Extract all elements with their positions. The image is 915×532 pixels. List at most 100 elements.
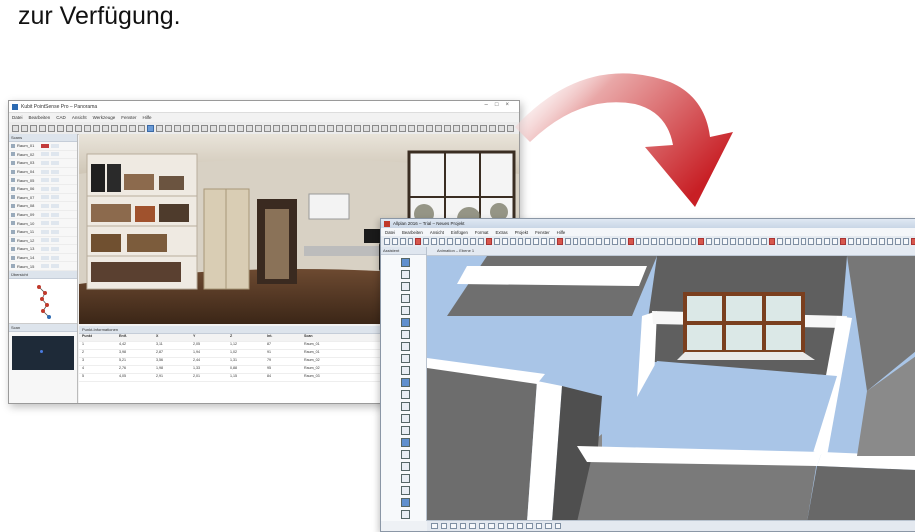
status-button[interactable] bbox=[535, 522, 542, 530]
toolbar-button[interactable] bbox=[627, 238, 634, 245]
toolbar-button[interactable] bbox=[533, 238, 540, 245]
toolbar-button[interactable] bbox=[318, 124, 325, 132]
status-button[interactable] bbox=[431, 522, 438, 530]
scan-list-item[interactable]: Raum_14 bbox=[9, 254, 77, 263]
tool-button[interactable] bbox=[401, 474, 410, 483]
toolbar-button[interactable] bbox=[470, 238, 477, 245]
toolbar-button[interactable] bbox=[635, 238, 642, 245]
scan-visibility-toggle[interactable] bbox=[51, 221, 59, 226]
toolbar-button[interactable] bbox=[910, 238, 915, 245]
toolbar-button[interactable] bbox=[729, 238, 736, 245]
tool-button[interactable] bbox=[401, 414, 410, 423]
tool-button[interactable] bbox=[401, 270, 410, 279]
scan-list-item[interactable]: Raum_07 bbox=[9, 194, 77, 203]
toolbar-button[interactable] bbox=[219, 124, 226, 132]
scan-list-item[interactable]: Raum_02 bbox=[9, 151, 77, 160]
toolbar-button[interactable] bbox=[714, 238, 720, 245]
menu-item[interactable]: Fenster bbox=[535, 230, 550, 235]
tool-button[interactable] bbox=[401, 366, 410, 375]
toolbar-button[interactable] bbox=[446, 238, 453, 245]
toolbar-button[interactable] bbox=[501, 238, 508, 245]
scan-list-item[interactable]: Raum_03 bbox=[9, 159, 77, 168]
toolbar-button[interactable] bbox=[309, 124, 316, 132]
scan-list-item[interactable]: Raum_01 bbox=[9, 142, 77, 151]
scan-list-item[interactable]: Raum_11 bbox=[9, 228, 77, 237]
toolbar-button[interactable] bbox=[165, 124, 172, 132]
toolbar-button[interactable] bbox=[129, 124, 136, 132]
toolbar-button[interactable] bbox=[721, 238, 728, 245]
tool-button[interactable] bbox=[401, 462, 410, 471]
status-button[interactable] bbox=[478, 522, 485, 530]
scan-visibility-toggle[interactable] bbox=[51, 152, 59, 157]
toolbar-button[interactable] bbox=[246, 124, 253, 132]
scan-visibility-toggle[interactable] bbox=[51, 143, 59, 148]
tool-button[interactable] bbox=[401, 402, 410, 411]
toolbar-button[interactable] bbox=[541, 238, 548, 245]
scan-list-item[interactable]: Raum_08 bbox=[9, 202, 77, 211]
toolbar-button[interactable] bbox=[588, 238, 595, 245]
tool-button[interactable] bbox=[401, 318, 410, 327]
menu-item[interactable]: CAD bbox=[56, 115, 66, 120]
toolbar-button[interactable] bbox=[75, 124, 82, 132]
toolbar-button[interactable] bbox=[84, 124, 91, 132]
toolbar-button[interactable] bbox=[57, 124, 64, 132]
tool-button[interactable] bbox=[401, 258, 410, 267]
toolbar-button[interactable] bbox=[808, 238, 815, 245]
3d-viewport[interactable]: Animation – Ebene 1 bbox=[427, 247, 915, 522]
status-button[interactable] bbox=[545, 522, 552, 530]
menu-item[interactable]: Projekt bbox=[515, 230, 528, 235]
status-button[interactable] bbox=[497, 522, 504, 530]
menu-item[interactable]: Hilfe bbox=[143, 115, 152, 120]
toolbar-button[interactable] bbox=[237, 124, 244, 132]
toolbar-button[interactable] bbox=[706, 238, 713, 245]
tool-button[interactable] bbox=[401, 330, 410, 339]
toolbar-button[interactable] bbox=[572, 238, 579, 245]
toolbar-button[interactable] bbox=[336, 124, 343, 132]
menu-item[interactable]: Werkzeuge bbox=[93, 115, 116, 120]
scan-visibility-toggle[interactable] bbox=[51, 264, 59, 269]
toolbar-button[interactable] bbox=[408, 124, 415, 132]
toolbar-button[interactable] bbox=[887, 238, 893, 245]
toolbar-button[interactable] bbox=[30, 124, 37, 132]
menu-item[interactable]: Bearbeiten bbox=[29, 115, 51, 120]
toolbar-button[interactable] bbox=[192, 124, 199, 132]
status-button[interactable] bbox=[469, 522, 476, 530]
menu-item[interactable]: Datei bbox=[385, 230, 395, 235]
toolbar-button[interactable] bbox=[761, 238, 768, 245]
toolbar-button[interactable] bbox=[291, 124, 298, 132]
menu-item[interactable]: Format bbox=[475, 230, 489, 235]
toolbar-button[interactable] bbox=[384, 238, 390, 245]
scan-list-item[interactable]: Raum_06 bbox=[9, 185, 77, 194]
scan-visibility-toggle[interactable] bbox=[51, 203, 59, 208]
toolbar-button[interactable] bbox=[800, 238, 807, 245]
menu-item[interactable]: Bearbeiten bbox=[402, 230, 423, 235]
toolbar-button[interactable] bbox=[643, 238, 650, 245]
status-button[interactable] bbox=[554, 522, 561, 530]
toolbar-button[interactable] bbox=[156, 124, 163, 132]
tool-button[interactable] bbox=[401, 438, 410, 447]
scan-list-item[interactable]: Raum_13 bbox=[9, 245, 77, 254]
scan-visibility-toggle[interactable] bbox=[51, 186, 59, 191]
toolbar-button[interactable] bbox=[737, 238, 744, 245]
toolbar-button[interactable] bbox=[439, 238, 445, 245]
toolbar-button[interactable] bbox=[863, 238, 870, 245]
menu-item[interactable]: Datei bbox=[12, 115, 23, 120]
toolbar-button[interactable] bbox=[604, 238, 610, 245]
status-button[interactable] bbox=[450, 522, 457, 530]
toolbar-button[interactable] bbox=[444, 124, 451, 132]
scan-visibility-toggle[interactable] bbox=[51, 255, 59, 260]
toolbar-button[interactable] bbox=[855, 238, 862, 245]
toolbar-button[interactable] bbox=[228, 124, 235, 132]
toolbar-button[interactable] bbox=[824, 238, 830, 245]
menu-item[interactable]: Hilfe bbox=[557, 230, 566, 235]
tool-button[interactable] bbox=[401, 390, 410, 399]
menu-item[interactable]: Einfügen bbox=[451, 230, 468, 235]
toolbar-button[interactable] bbox=[407, 238, 414, 245]
scan-visibility-toggle[interactable] bbox=[51, 178, 59, 183]
toolbar-button[interactable] bbox=[902, 238, 909, 245]
toolbar-button[interactable] bbox=[426, 124, 433, 132]
scan-visibility-toggle[interactable] bbox=[51, 212, 59, 217]
tool-button[interactable] bbox=[401, 426, 410, 435]
toolbar-button[interactable] bbox=[454, 238, 461, 245]
toolbar-button[interactable] bbox=[210, 124, 217, 132]
